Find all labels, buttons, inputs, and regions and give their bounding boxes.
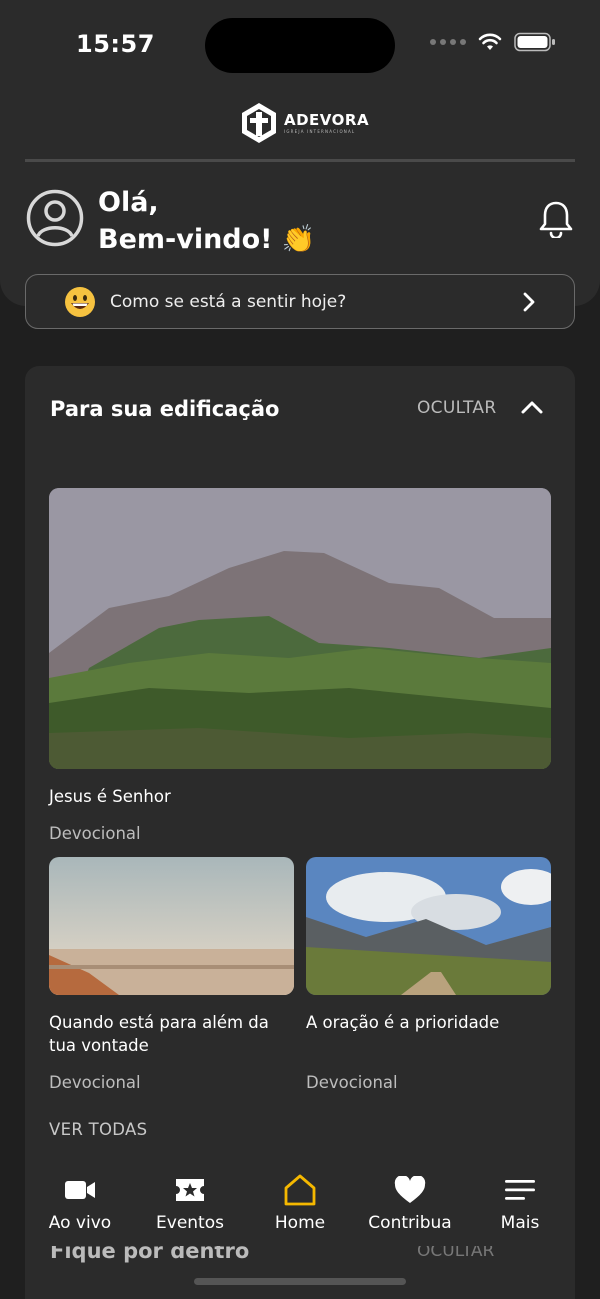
battery-icon [514, 32, 555, 52]
tab-more[interactable]: Mais [465, 1168, 575, 1246]
mood-check-button[interactable]: Como se está a sentir hoje? [25, 274, 575, 329]
featured-category: Devocional [49, 824, 141, 843]
tab-label: Ao vivo [48, 1213, 112, 1233]
chevron-up-icon[interactable] [520, 399, 544, 415]
grinning-face-icon [65, 286, 95, 317]
status-icons [430, 32, 556, 52]
tab-label: Eventos [156, 1213, 224, 1233]
tab-label: Home [274, 1213, 326, 1233]
heart-icon [394, 1176, 426, 1203]
ticket-star-icon [176, 1179, 204, 1201]
mood-prompt: Como se está a sentir hoje? [110, 291, 347, 312]
bottom-tab-bar: Ao vivo Eventos Home Contribua Mais [25, 1168, 575, 1246]
wifi-icon [478, 33, 502, 50]
header-divider [25, 159, 575, 162]
tab-label: Contribua [368, 1213, 452, 1233]
church-logo-icon [242, 103, 276, 143]
brand-tagline: IGREJA INTERNACIONAL [284, 128, 356, 134]
status-time: 15:57 [76, 30, 155, 58]
cellular-signal-icon [430, 39, 466, 45]
devotional-category-2: Devocional [306, 1073, 398, 1092]
tab-live[interactable]: Ao vivo [25, 1168, 135, 1246]
tab-home[interactable]: Home [245, 1168, 355, 1246]
tab-label: Mais [500, 1213, 540, 1233]
home-indicator [194, 1278, 406, 1285]
user-avatar-icon[interactable] [26, 189, 84, 247]
see-all-link[interactable]: VER TODAS [49, 1120, 147, 1139]
devotional-image-2[interactable] [306, 857, 551, 995]
devotional-category-1: Devocional [49, 1073, 141, 1092]
hide-section-button[interactable]: OCULTAR [417, 398, 496, 418]
edification-card: Para sua edificação OCULTAR Jesus é Senh… [25, 366, 575, 1186]
greeting-line-1: Olá, [98, 187, 159, 218]
header-panel: 15:57 ADEVORA IGREJA INTERNACIONAL Olá, … [0, 0, 600, 306]
tab-donate[interactable]: Contribua [355, 1168, 465, 1246]
notifications-bell-icon[interactable] [538, 200, 574, 238]
video-camera-icon [65, 1181, 95, 1199]
section-title: Para sua edificação [50, 397, 280, 421]
devotional-title-2[interactable]: A oração é a prioridade [306, 1011, 551, 1034]
tab-events[interactable]: Eventos [135, 1168, 245, 1246]
devotional-title-1[interactable]: Quando está para além da tua vontade [49, 1011, 294, 1057]
featured-devotional-image[interactable] [49, 488, 551, 769]
dynamic-island [205, 18, 395, 73]
devotional-image-1[interactable] [49, 857, 294, 995]
featured-title[interactable]: Jesus é Senhor [49, 785, 171, 808]
brand-logo: ADEVORA IGREJA INTERNACIONAL [240, 102, 369, 144]
home-icon [284, 1174, 316, 1206]
greeting-line-2: Bem-vindo! 👏 [98, 224, 316, 255]
greeting: Olá, Bem-vindo! 👏 [98, 184, 316, 258]
brand-name: ADEVORA [284, 110, 370, 129]
menu-icon [505, 1180, 535, 1200]
chevron-right-icon [523, 292, 535, 312]
